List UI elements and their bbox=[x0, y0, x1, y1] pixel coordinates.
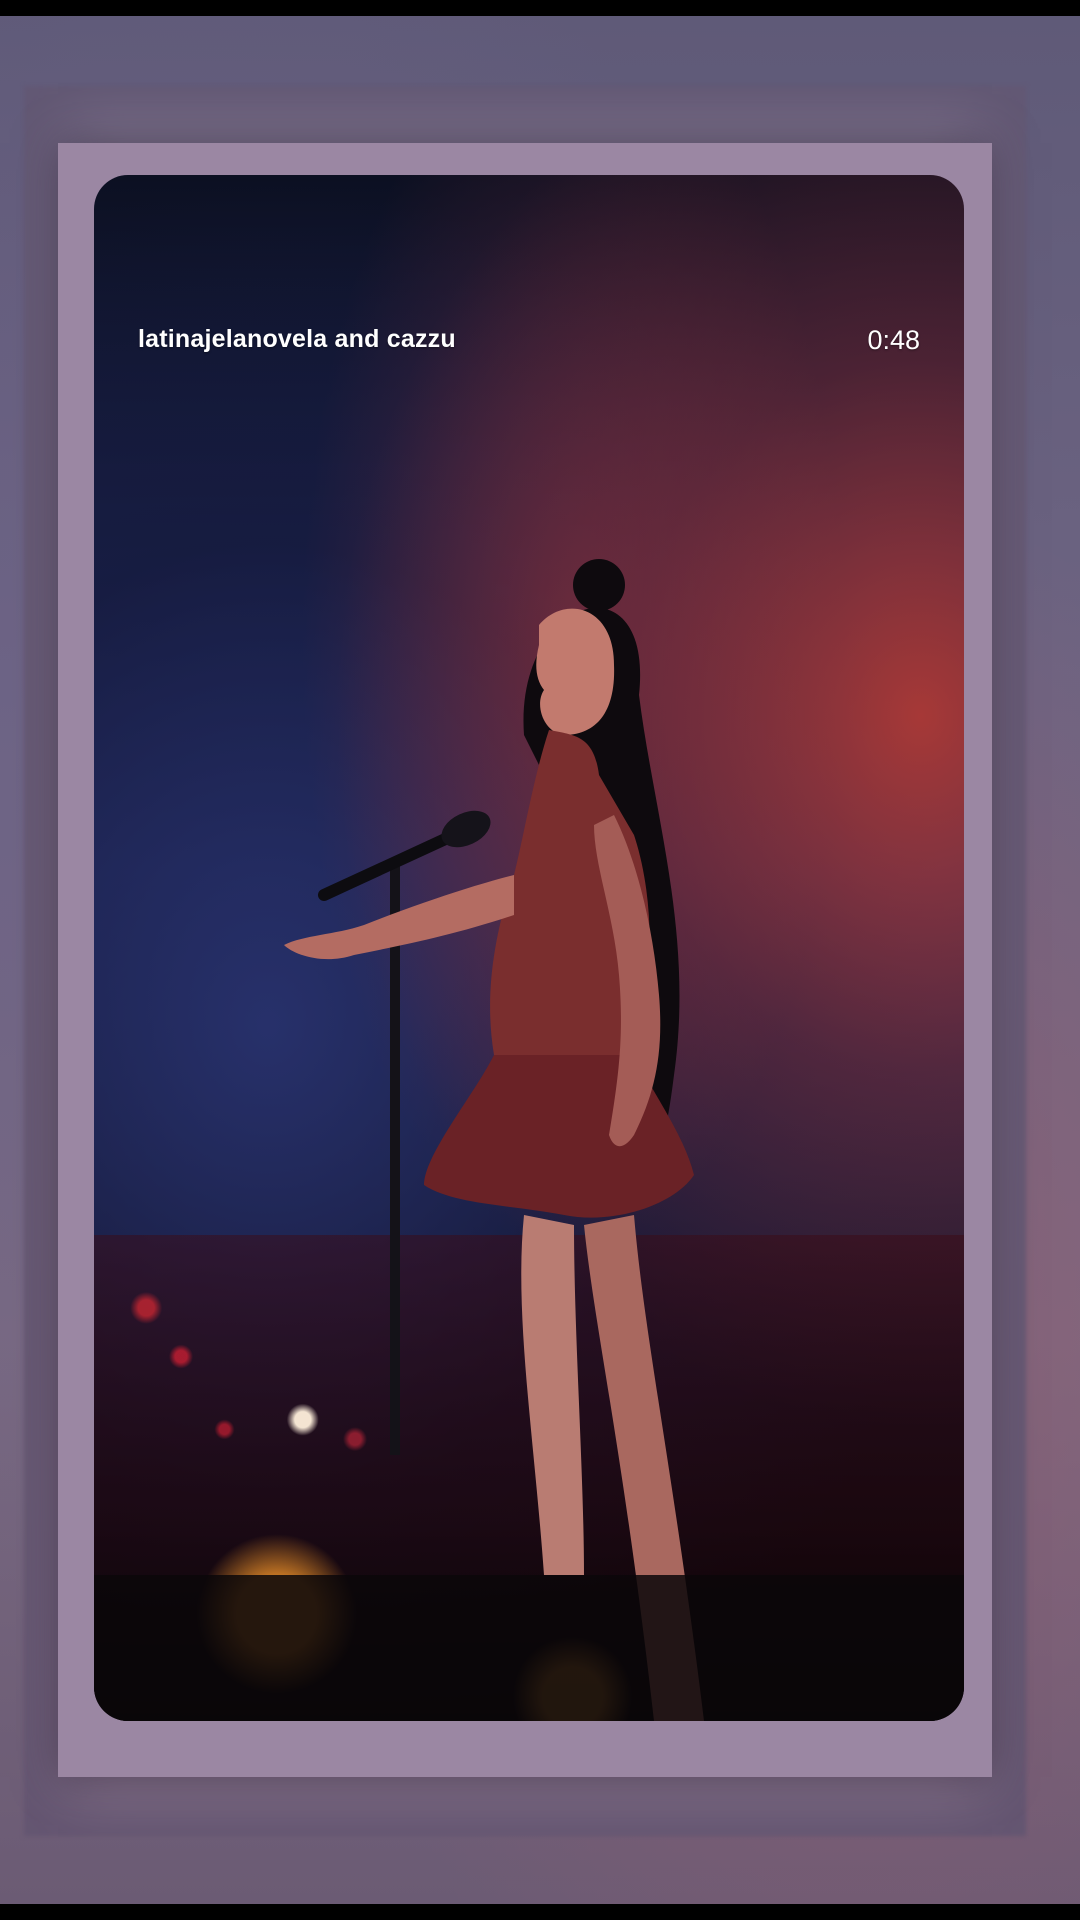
story-title[interactable]: latinajelanovela and cazzu bbox=[138, 325, 456, 354]
mic-stand bbox=[390, 865, 400, 1455]
face bbox=[536, 608, 615, 735]
performer-image bbox=[94, 559, 964, 1721]
microphone bbox=[318, 810, 491, 901]
legs bbox=[521, 1215, 584, 1575]
bottom-letterbox bbox=[0, 1904, 1080, 1920]
stage-floor bbox=[94, 1575, 964, 1721]
story-header: latinajelanovela and cazzu 0:48 bbox=[138, 325, 920, 365]
top-letterbox bbox=[0, 0, 1080, 16]
screen: latinajelanovela and cazzu 0:48 bbox=[0, 0, 1080, 1920]
video-player[interactable]: latinajelanovela and cazzu 0:48 bbox=[94, 175, 964, 1721]
story-timestamp: 0:48 bbox=[867, 325, 920, 355]
